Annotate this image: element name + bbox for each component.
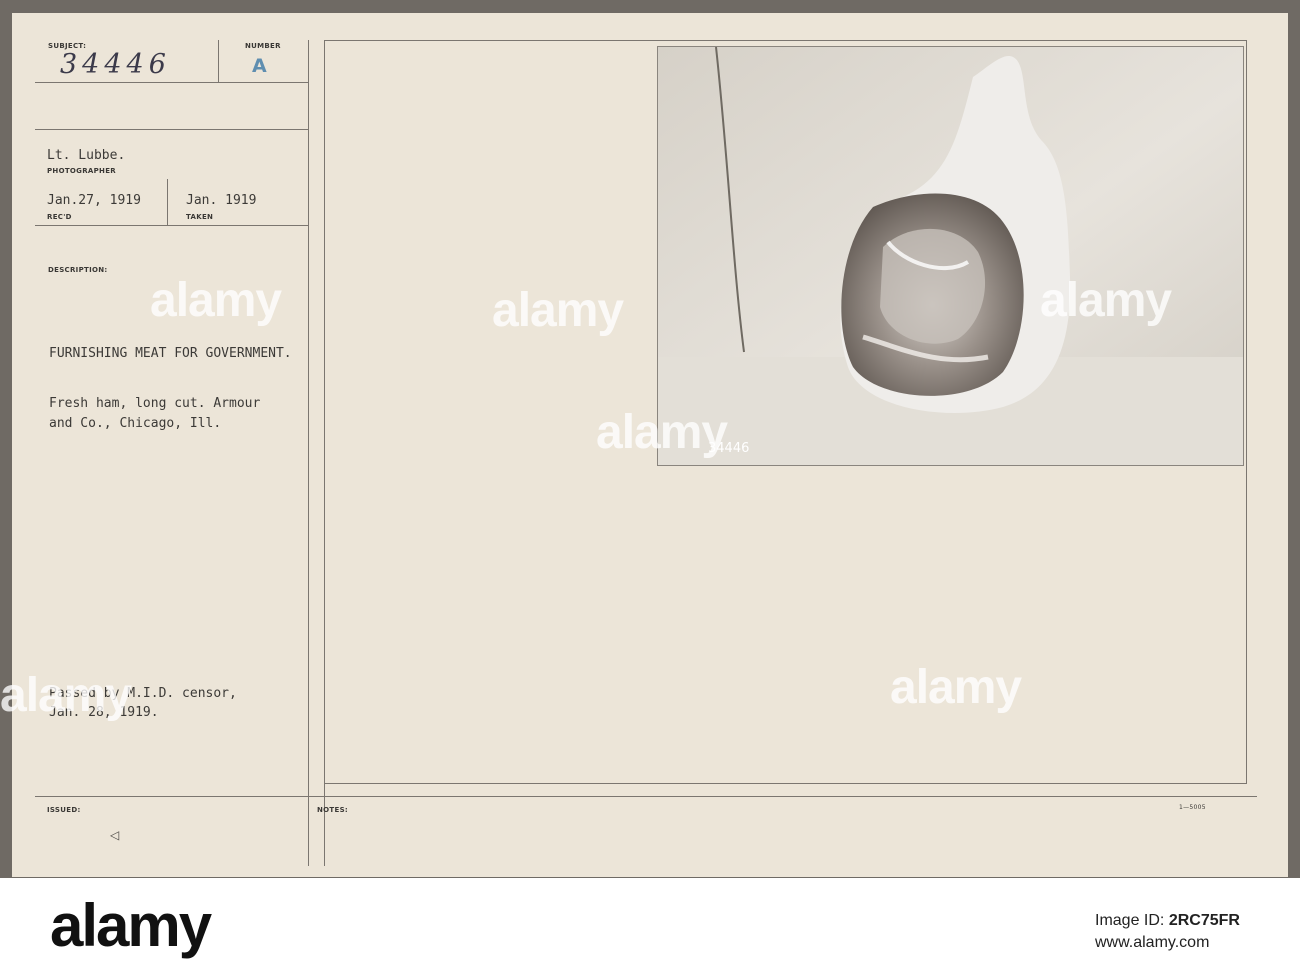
notes-label: NOTES: — [317, 806, 349, 814]
watermark-2: alamy — [492, 284, 624, 337]
rule-above-issued — [35, 796, 1257, 797]
watermark-4: alamy — [596, 406, 728, 459]
alamy-logo: alamy — [50, 892, 212, 959]
number-label: NUMBER — [245, 42, 281, 50]
frame-top — [324, 40, 1246, 41]
taken-date: Jan. 1919 — [186, 193, 257, 208]
description-title: FURNISHING MEAT FOR GOVERNMENT. — [49, 346, 292, 361]
footer-bar: alamy Image ID: 2RC75FR www.alamy.com — [0, 878, 1300, 965]
triangle-mark-icon: ◁ — [110, 828, 120, 842]
photographer-label: PHOTOGRAPHER — [47, 167, 116, 175]
watermark-3: alamy — [1040, 274, 1172, 327]
watermark-1: alamy — [150, 274, 282, 327]
rule-above-photographer — [35, 129, 308, 130]
date-divider — [167, 179, 168, 225]
ham-photo-illustration: 34446 — [658, 47, 1243, 465]
subject-number: 34446 — [60, 49, 171, 80]
frame-right — [1246, 40, 1247, 784]
received-label: REC'D — [47, 213, 72, 221]
number-stamp: A — [252, 55, 267, 77]
taken-label: TAKEN — [186, 213, 214, 221]
frame-bottom — [324, 783, 1246, 784]
watermark-6: alamy — [890, 661, 1022, 714]
description-label: DESCRIPTION: — [48, 266, 108, 274]
site-url: www.alamy.com — [1095, 934, 1210, 951]
photographer-name: Lt. Lubbe. — [47, 148, 126, 163]
rule-under-dates — [35, 225, 308, 226]
description-line-1: Fresh ham, long cut. Armour — [49, 396, 261, 411]
image-id-prefix: Image ID: — [1095, 912, 1165, 929]
subject-number-divider — [218, 40, 219, 82]
rule-under-subject — [35, 82, 308, 83]
ham-photograph: 34446 — [657, 46, 1244, 466]
form-code: 1—5005 — [1179, 804, 1206, 811]
frame-left — [324, 40, 325, 784]
left-column-divider — [308, 40, 309, 866]
image-id-block: Image ID: 2RC75FR www.alamy.com — [1095, 912, 1240, 952]
issued-label: ISSUED: — [47, 806, 81, 814]
image-id: 2RC75FR — [1168, 912, 1240, 929]
watermark-5: alamy — [0, 669, 132, 722]
description-line-2: and Co., Chicago, Ill. — [49, 416, 222, 431]
received-date: Jan.27, 1919 — [47, 193, 141, 208]
